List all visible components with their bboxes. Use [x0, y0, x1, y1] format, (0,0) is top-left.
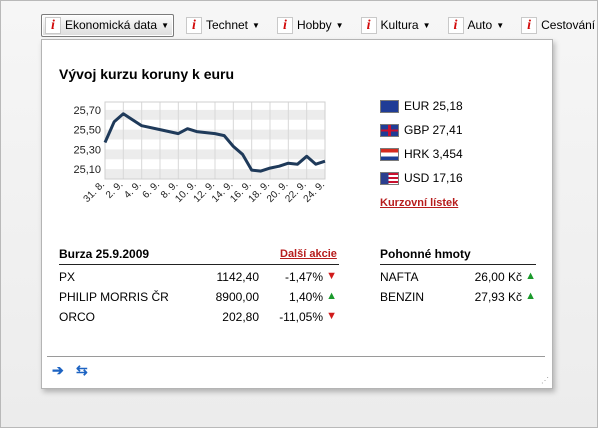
exchange-rate-chart: 25,70 25,50 25,30 25,10 31. 8.2. 9.4. 9.6. 9… [73, 101, 327, 205]
info-badge-icon: i [185, 16, 202, 34]
tab-label: Cestování [541, 18, 596, 32]
stock-name: ORCO [59, 310, 95, 324]
tab-label: Auto [467, 18, 493, 32]
fuel-name: BENZIN [380, 290, 425, 304]
currency-text: GBP 27,41 [404, 123, 463, 137]
stock-row-philip-morris: PHILIP MORRIS ČR 8900,00 1,40% ▲ [59, 290, 339, 308]
y-tick-label: 25,50 [73, 125, 101, 137]
info-badge-icon: i [276, 16, 293, 34]
arrow-down-icon: ▼ [326, 310, 337, 322]
fuel-row-nafta: NAFTA 26,00 Kč ▲ [380, 270, 536, 288]
fuel-section-title: Pohonné hmoty [380, 247, 471, 261]
tab-label: Ekonomická data [65, 18, 158, 32]
fuel-price: 27,93 Kč [474, 290, 522, 304]
y-tick-label: 25,10 [73, 164, 101, 176]
fuel-row-benzin: BENZIN 27,93 Kč ▲ [380, 290, 536, 308]
footer-divider [47, 356, 545, 357]
stock-change: -1,47% [284, 270, 323, 284]
info-badge-icon: i [360, 16, 377, 34]
x-tick-label: 31. 8. [82, 179, 107, 204]
fuel-price: 26,00 Kč [474, 270, 522, 284]
chevron-down-icon: ▼ [422, 20, 431, 30]
y-tick-label: 25,70 [73, 105, 101, 117]
dropdown-panel: Vývoj kurzu koruny k euru 25,70 25,50 25,3… [41, 39, 553, 389]
x-tick-label: 2. 9. [104, 179, 126, 201]
category-toolbar: i Ekonomická data ▼ i Technet ▼ i Hobby … [41, 13, 598, 37]
chevron-down-icon: ▼ [335, 20, 344, 30]
tab-label: Technet [205, 18, 249, 32]
stock-change: -11,05% [279, 310, 323, 324]
stock-value: 202,80 [222, 310, 259, 324]
go-arrow-icon[interactable]: ➔ [52, 362, 64, 379]
tab-hobby[interactable]: i Hobby ▼ [273, 14, 349, 37]
tab-label: Kultura [380, 18, 419, 32]
stock-row-px: PX 1142,40 -1,47% ▼ [59, 270, 339, 288]
arrow-down-icon: ▼ [326, 270, 337, 282]
eu-flag-icon [380, 99, 399, 113]
stock-name: PX [59, 270, 76, 284]
tab-kultura[interactable]: i Kultura ▼ [357, 14, 436, 37]
tab-auto[interactable]: i Auto ▼ [444, 14, 510, 37]
y-tick-label: 25,30 [73, 144, 101, 156]
exchange-rates-link[interactable]: Kurzovní lístek [380, 197, 458, 209]
refresh-icon[interactable]: ⇆ [76, 362, 88, 379]
x-tick-label: 4. 9. [122, 179, 144, 201]
info-badge-icon: i [45, 16, 61, 34]
more-stocks-link[interactable]: Další akcie [280, 248, 337, 260]
info-badge-icon: i [447, 16, 464, 34]
hr-flag-icon [380, 147, 399, 161]
currency-text: EUR 25,18 [404, 99, 463, 113]
arrow-up-icon: ▲ [525, 270, 536, 282]
arrow-up-icon: ▲ [525, 290, 536, 302]
currency-text: USD 17,16 [404, 171, 463, 185]
stock-row-orco: ORCO 202,80 -11,05% ▼ [59, 310, 339, 328]
stock-section-title: Burza 25.9.2009 [59, 247, 150, 261]
currency-hrk: HRK 3,454 [380, 145, 500, 163]
resize-grip-icon[interactable]: ⋰ [541, 376, 549, 385]
stock-value: 8900,00 [215, 290, 259, 304]
currency-usd: USD 17,16 [380, 169, 500, 187]
stock-change: 1,40% [288, 290, 323, 304]
chevron-down-icon: ▼ [161, 20, 169, 30]
tab-label: Hobby [296, 18, 332, 32]
tab-ekonomicka-data[interactable]: i Ekonomická data ▼ [41, 13, 174, 37]
tab-cestovani[interactable]: i Cestování ▼ [517, 14, 598, 37]
currency-eur: EUR 25,18 [380, 97, 500, 115]
stock-value: 1142,40 [216, 270, 260, 284]
fuel-header-divider [380, 264, 536, 265]
currency-text: HRK 3,454 [404, 147, 463, 161]
widget-frame: i Ekonomická data ▼ i Technet ▼ i Hobby … [0, 0, 598, 428]
stock-header-divider [59, 264, 339, 265]
tab-technet[interactable]: i Technet ▼ [182, 14, 265, 37]
chevron-down-icon: ▼ [496, 20, 505, 30]
us-flag-icon [380, 171, 399, 185]
stock-name: PHILIP MORRIS ČR [59, 290, 169, 304]
chevron-down-icon: ▼ [252, 20, 260, 30]
x-tick-label: 6. 9. [141, 179, 163, 201]
gb-flag-icon [380, 123, 399, 137]
panel-title: Vývoj kurzu koruny k euru [59, 66, 235, 82]
currency-gbp: GBP 27,41 [380, 121, 500, 139]
fuel-name: NAFTA [380, 270, 419, 284]
arrow-up-icon: ▲ [326, 290, 337, 302]
info-badge-icon: i [521, 16, 538, 34]
x-tick-label: 24. 9. [302, 179, 327, 204]
